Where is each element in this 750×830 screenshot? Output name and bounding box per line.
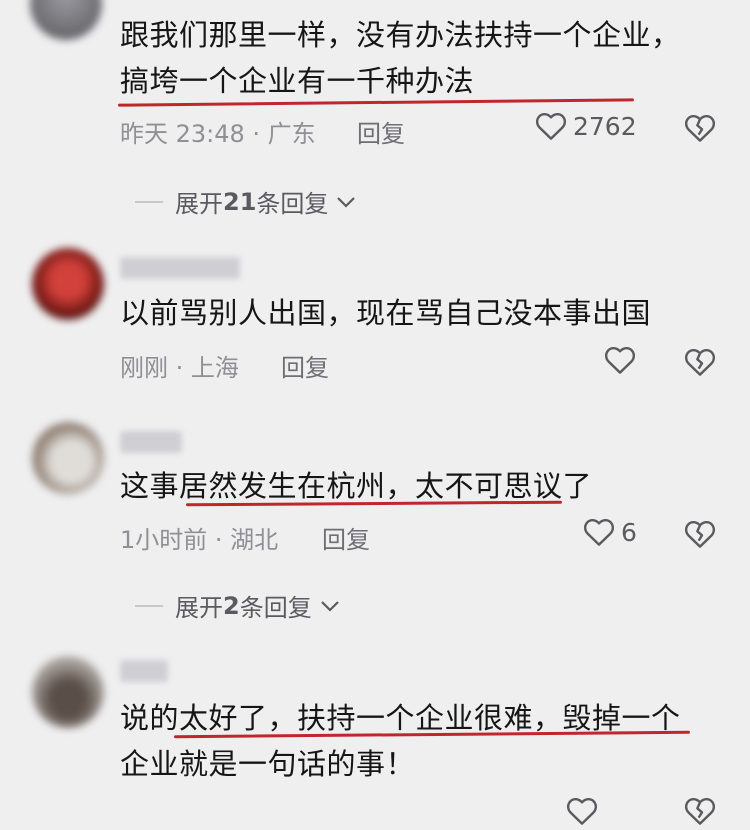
broken-heart-icon: [684, 115, 716, 142]
dislike-button[interactable]: [684, 347, 716, 381]
expand-label-post: 条回复: [239, 594, 312, 622]
divider-line: [135, 604, 163, 607]
like-button[interactable]: [566, 796, 598, 826]
comment-text-line-1: 以前骂别人出国，现在骂自己没本事出国: [120, 296, 652, 330]
expand-label-pre: 展开: [175, 190, 223, 218]
avatar[interactable]: [32, 248, 104, 320]
like-count: 2762: [573, 111, 637, 141]
broken-heart-icon: [684, 798, 716, 825]
like-button[interactable]: [604, 345, 636, 375]
expand-label-pre: 展开: [175, 594, 223, 622]
like-count: 6: [621, 517, 637, 547]
avatar[interactable]: [30, 0, 102, 40]
heart-outline-icon: [583, 519, 615, 546]
dislike-button[interactable]: [684, 113, 716, 147]
avatar[interactable]: [32, 656, 104, 728]
username[interactable]: [120, 431, 182, 453]
comment-text-line-2: 企业就是一句话的事！: [120, 747, 416, 781]
dislike-button[interactable]: [684, 796, 716, 830]
comment-meta: 1小时前 · 湖北: [120, 526, 279, 554]
dislike-button[interactable]: [684, 519, 716, 553]
broken-heart-icon: [684, 521, 716, 548]
avatar[interactable]: [32, 422, 104, 494]
username[interactable]: [120, 257, 240, 279]
expand-replies-button[interactable]: 展开 2 条回复: [135, 588, 340, 623]
reply-button[interactable]: 回复: [357, 114, 405, 149]
like-button[interactable]: 2762: [535, 111, 637, 141]
divider-line: [135, 200, 163, 203]
heart-outline-icon: [604, 347, 636, 374]
comment-meta: 昨天 23:48 · 广东: [120, 120, 316, 148]
comment-text-line-1: 跟我们那里一样，没有办法扶持一个企业，: [120, 18, 681, 52]
reply-button[interactable]: 回复: [322, 520, 370, 555]
expand-replies-button[interactable]: 展开 21 条回复: [135, 184, 356, 219]
expand-count: 2: [223, 591, 240, 620]
heart-outline-icon: [566, 798, 598, 825]
broken-heart-icon: [684, 349, 716, 376]
comment-meta: 刚刚 · 上海: [120, 354, 239, 382]
like-button[interactable]: 6: [583, 517, 637, 547]
heart-outline-icon: [535, 113, 567, 140]
chevron-down-icon: [337, 196, 356, 208]
comment-text-line-2: 搞垮一个企业有一千种办法: [120, 64, 475, 98]
username[interactable]: [120, 660, 168, 682]
reply-button[interactable]: 回复: [281, 348, 329, 383]
expand-label-post: 条回复: [256, 190, 329, 218]
chevron-down-icon: [320, 600, 339, 612]
expand-count: 21: [223, 187, 257, 216]
